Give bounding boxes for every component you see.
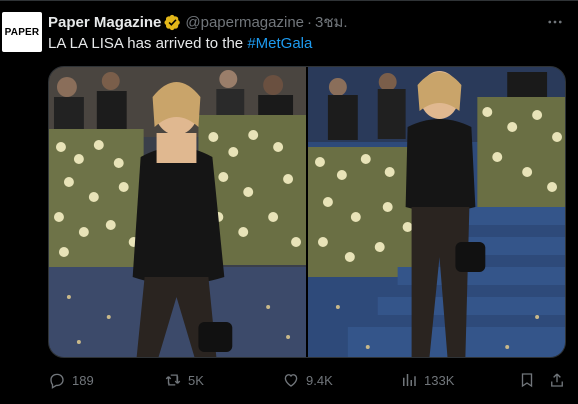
- post-text-body: LA LA LISA has arrived to the: [48, 35, 248, 52]
- avatar[interactable]: PAPER: [2, 12, 42, 52]
- photo-right[interactable]: [308, 67, 565, 357]
- views-button[interactable]: 133K: [400, 368, 454, 392]
- top-divider: [0, 0, 578, 1]
- hashtag-link[interactable]: #MetGala: [247, 35, 312, 52]
- reply-button[interactable]: 189: [48, 368, 94, 392]
- bookmark-icon: [521, 373, 533, 388]
- media-grid: [48, 66, 566, 358]
- verified-badge-icon[interactable]: [164, 14, 181, 31]
- display-name[interactable]: Paper Magazine: [48, 14, 161, 31]
- handle[interactable]: @papermagazine: [185, 14, 304, 31]
- repost-icon: [165, 374, 181, 386]
- repost-count: 5K: [188, 372, 204, 388]
- separator-dot: ·: [307, 13, 313, 31]
- reply-icon: [50, 373, 64, 389]
- like-button[interactable]: 9.4K: [282, 368, 333, 392]
- reply-count: 189: [72, 372, 94, 388]
- like-count: 9.4K: [306, 372, 333, 388]
- views-count: 133K: [424, 372, 455, 388]
- bookmark-button[interactable]: [518, 368, 536, 392]
- post-header: Paper Magazine @papermagazine · 3ชม.: [48, 12, 348, 32]
- views-icon: [403, 374, 416, 386]
- timestamp[interactable]: 3ชม.: [315, 10, 348, 34]
- post-text: LA LA LISA has arrived to the #MetGala: [48, 34, 312, 54]
- like-icon: [284, 374, 298, 387]
- more-horizontal-icon[interactable]: [544, 12, 566, 32]
- avatar-logo-text: PAPER: [4, 26, 40, 38]
- repost-button[interactable]: 5K: [164, 368, 204, 392]
- share-button[interactable]: [548, 368, 566, 392]
- photo-left[interactable]: [49, 67, 306, 357]
- share-icon: [551, 373, 563, 387]
- action-bar: 189 5K 9.4K 133K: [48, 368, 568, 392]
